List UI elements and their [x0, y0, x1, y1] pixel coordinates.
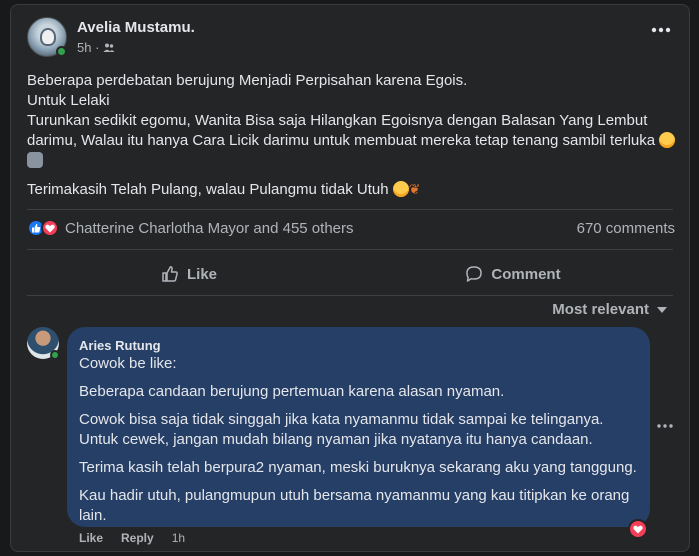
comment-paragraph: Cowok bisa saja tidak singgah jika kata …	[79, 411, 604, 428]
relieved-face-emoji-icon	[659, 132, 676, 148]
people-hugging-emoji-icon	[27, 152, 43, 168]
reactors-text[interactable]: Chatterine Charlotha Mayor and 455 other…	[65, 220, 354, 237]
post-line: Beberapa perdebatan berujung Menjadi Per…	[27, 72, 468, 89]
post-line: Turunkan sedikit egomu, Wanita Bisa saja…	[27, 112, 656, 149]
divider	[27, 249, 673, 250]
comments-count[interactable]: 670 comments	[577, 220, 675, 237]
reactions-summary: Chatterine Charlotha Mayor and 455 other…	[27, 219, 675, 237]
post-time[interactable]: 5h ·	[77, 40, 99, 55]
comment-paragraph: Cowok be like:	[79, 355, 177, 372]
hugging-face-emoji-icon	[392, 181, 409, 197]
online-status-dot	[50, 350, 60, 360]
comment-reply-button[interactable]: Reply	[121, 531, 154, 545]
author-avatar[interactable]	[27, 17, 67, 57]
post-text: Beberapa perdebatan berujung Menjadi Per…	[27, 71, 677, 200]
comment-paragraph: Terima kasih telah berpura2 nyaman, mesk…	[79, 459, 637, 476]
post-more-options-icon[interactable]	[651, 27, 671, 33]
comment-button[interactable]: Comment	[351, 257, 675, 291]
friends-icon[interactable]	[103, 42, 115, 54]
comment-heart-reaction-icon[interactable]	[628, 519, 648, 539]
author-name[interactable]: Avelia Mustamu	[77, 19, 191, 36]
like-label: Like	[186, 265, 217, 283]
comment-bubble: Aries Rutung Cowok be like: Beberapa can…	[67, 327, 650, 527]
post-line-with-emoji: Turunkan sedikit egomu, Wanita Bisa saja…	[27, 111, 677, 171]
post-actions-bar: Like Comment	[27, 257, 675, 291]
post-card: Avelia Mustamu. 5h · Beberapa perdebatan…	[10, 4, 690, 552]
caret-down-icon	[657, 306, 667, 313]
sort-label: Most relevant	[552, 301, 649, 318]
comment-label: Comment	[491, 265, 561, 283]
like-button[interactable]: Like	[27, 257, 351, 291]
fallen-leaf-emoji-icon: ❦	[408, 181, 421, 197]
divider	[27, 209, 673, 210]
author-name-row: Avelia Mustamu.	[77, 19, 195, 36]
post-line: Terimakasih Telah Pulang, walau Pulangmu…	[27, 181, 389, 198]
comment-paragraph: Untuk cewek, jangan mudah bilang nyaman …	[79, 431, 593, 448]
heart-icon[interactable]	[41, 219, 59, 237]
divider	[27, 295, 673, 296]
comment-author[interactable]: Aries Rutung	[79, 338, 638, 354]
comment-time[interactable]: 1h	[172, 531, 185, 545]
author-info: Avelia Mustamu. 5h ·	[77, 19, 195, 55]
author-name-suffix: .	[190, 19, 195, 36]
comment-sort-dropdown[interactable]: Most relevant	[552, 301, 667, 318]
post-line-with-emoji: Terimakasih Telah Pulang, walau Pulangmu…	[27, 179, 677, 200]
post-header: Avelia Mustamu. 5h ·	[27, 17, 195, 57]
comment-like-button[interactable]: Like	[79, 531, 103, 545]
comment-icon	[465, 265, 483, 283]
online-status-dot	[56, 46, 67, 57]
comment-more-options-icon[interactable]	[657, 424, 673, 428]
post-line: Untuk Lelaki	[27, 92, 110, 109]
like-icon	[161, 265, 179, 283]
comment-paragraph: Beberapa candaan berujung pertemuan kare…	[79, 383, 505, 400]
comment-actions: Like Reply 1h	[79, 531, 185, 545]
comment-paragraph: Kau hadir utuh, pulangmupun utuh bersama…	[79, 487, 630, 524]
post-meta: 5h ·	[77, 40, 195, 55]
